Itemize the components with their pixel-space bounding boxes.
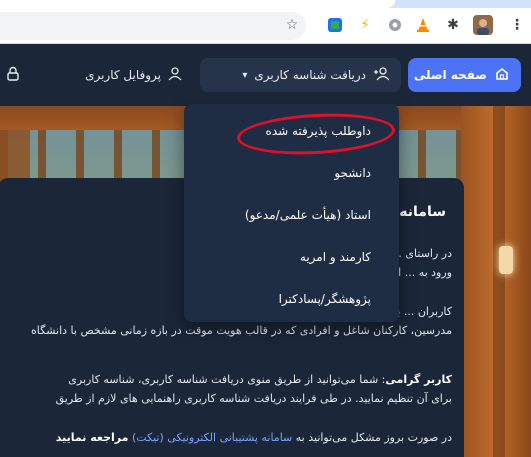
support-ticket-link[interactable]: سامانه پشتیبانی الکترونیکی (تیکت) [132,431,292,444]
menu-item-researcher[interactable]: پژوهشگر/پسادکترا [279,285,371,313]
get-user-id-menu[interactable]: دریافت شناسه کاربری ▾ [200,58,401,92]
dear-user-line-2: برای آن تنظیم نمایید. در طی فرایند دریاف… [55,392,452,405]
support-suffix: مراجعه نمایید [55,431,129,444]
browser-toolbar: ☆ ⚡ ✱ ⋮ [0,8,531,44]
menu-item-professor[interactable]: استاد (هیأت علمی/مدعو) [245,201,371,229]
support-prefix: در صورت بروز مشکل می‌توانید به [295,431,452,444]
site-navbar: صفحه اصلی دریافت شناسه کاربری ▾ پروفایل … [0,44,531,106]
user-add-icon [373,66,390,84]
dear-user-line-1: کاربر گرامی: شما می‌توانید از طریق منوی … [2,370,452,389]
bolt-icon[interactable]: ⚡ [354,14,376,36]
dear-user-label: کاربر گرامی [385,373,452,386]
pergola-post-shadow [493,106,505,457]
get-user-id-label: دریافت شناسه کاربری [254,68,366,82]
browser-active-tab[interactable] [0,0,395,8]
home-button[interactable]: صفحه اصلی [408,58,521,92]
support-line: در صورت بروز مشکل می‌توانید به سامانه پش… [2,428,452,447]
address-bar[interactable] [0,12,306,40]
home-icon [495,67,509,84]
extension-icon[interactable] [324,14,346,36]
avatar[interactable] [472,14,494,36]
menu-icon[interactable]: ⋮ [506,14,528,36]
user-profile-label: پروفایل کاربری [85,68,161,82]
dear-user-text: شما می‌توانید از طریق منوی دریافت شناسه … [68,373,379,386]
menu-item-staff[interactable]: کارمند و امریه [300,243,371,271]
menu-item-student[interactable]: دانشجو [334,159,371,187]
home-button-label: صفحه اصلی [413,68,487,82]
vlc-icon[interactable] [412,14,434,36]
users-line-2: مدرسین، کارکنان شاغل و افرادی که در قالب… [31,324,452,337]
user-profile-link[interactable]: پروفایل کاربری [62,58,190,92]
card-title: سامانه [399,204,446,220]
puzzle-icon[interactable]: ✱ [442,14,464,36]
lamp [499,246,513,274]
user-icon [168,66,182,84]
lock-icon[interactable] [6,66,20,85]
shield-icon[interactable] [384,14,406,36]
star-icon[interactable]: ☆ [281,14,303,36]
chevron-down-icon: ▾ [242,69,248,81]
